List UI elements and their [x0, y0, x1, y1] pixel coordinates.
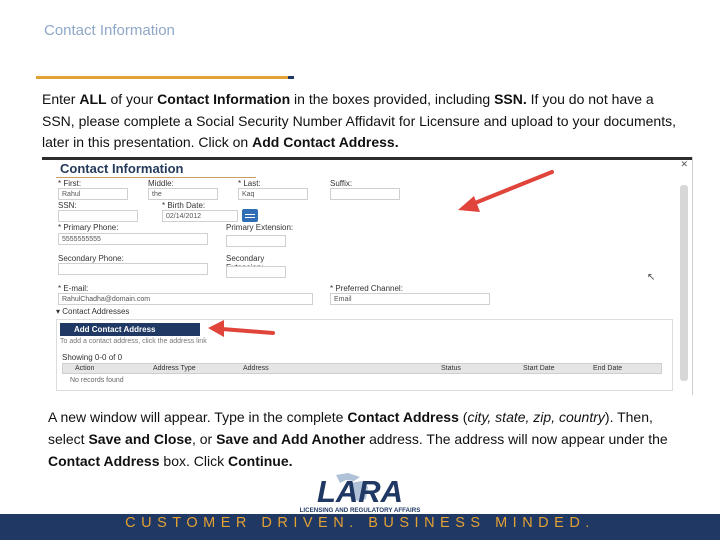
email-label: * E-mail: [58, 284, 89, 293]
section-divider [56, 177, 256, 178]
logo-wordmark: LARA [317, 474, 403, 509]
primary-extension-input[interactable] [226, 235, 286, 247]
address-table-header: Action Address Type Address Status Start… [62, 363, 662, 374]
contact-form-screenshot: ✕ Contact Information * First: Rahul Mid… [42, 157, 693, 395]
add-contact-address-button[interactable]: Add Contact Address [60, 323, 200, 336]
column-header: Address [243, 365, 269, 372]
first-name-input[interactable]: Rahul [58, 188, 128, 200]
column-header: Status [441, 365, 461, 372]
logo-tagline: LICENSING AND REGULATORY AFFAIRS [300, 507, 421, 514]
primary-extension-label: Primary Extension: [226, 223, 294, 232]
middle-name-input[interactable]: the [148, 188, 218, 200]
instructions-paragraph: A new window will appear. Type in the co… [48, 409, 668, 469]
middle-name-label: Middle: [148, 179, 174, 188]
title-underline [36, 76, 290, 79]
add-address-hint: To add a contact address, click the addr… [60, 338, 207, 345]
intro-paragraph: Enter ALL of your Contact Information in… [42, 91, 676, 150]
footer-slogan: CUSTOMER DRIVEN. BUSINESS MINDED. [125, 515, 595, 531]
slide-title: Contact Information [44, 22, 175, 39]
secondary-extension-input[interactable] [226, 266, 286, 278]
no-records-message: No records found [70, 377, 124, 384]
last-name-label: * Last: [238, 179, 261, 188]
suffix-input[interactable] [330, 188, 400, 200]
pointer-cursor: ↖ [647, 272, 656, 283]
pagination-status: Showing 0-0 of 0 [62, 353, 123, 362]
lara-logo: LARA LICENSING AND REGULATORY AFFAIRS [300, 473, 421, 514]
first-name-label: * First: [58, 179, 82, 188]
column-header: Address Type [153, 365, 196, 372]
birth-date-label: * Birth Date: [162, 201, 206, 210]
preferred-channel-select[interactable]: Email [330, 293, 490, 305]
secondary-phone-input[interactable] [58, 263, 208, 275]
primary-phone-input[interactable]: 5555555555 [58, 233, 208, 245]
scrollbar[interactable] [680, 185, 688, 381]
close-icon[interactable]: ✕ [680, 159, 688, 170]
window-frame-top [42, 157, 692, 160]
secondary-phone-label: Secondary Phone: [58, 254, 124, 263]
contact-addresses-toggle[interactable]: ▾ Contact Addresses [56, 307, 129, 316]
birth-date-input[interactable]: 02/14/2012 [162, 210, 238, 222]
email-input[interactable]: RahulChadha@domain.com [58, 293, 313, 305]
suffix-label: Suffix: [330, 179, 353, 188]
form-section-title: Contact Information [60, 161, 184, 176]
last-name-input[interactable]: Kaq [238, 188, 308, 200]
ssn-label: SSN: [58, 201, 77, 210]
title-underline-end [288, 76, 294, 79]
ssn-input[interactable] [58, 210, 138, 222]
column-header: Action [75, 365, 95, 372]
column-header: End Date [593, 365, 623, 372]
primary-phone-label: * Primary Phone: [58, 223, 119, 232]
column-header: Start Date [523, 365, 555, 372]
preferred-channel-label: * Preferred Channel: [330, 284, 403, 293]
calendar-icon[interactable] [242, 209, 258, 222]
